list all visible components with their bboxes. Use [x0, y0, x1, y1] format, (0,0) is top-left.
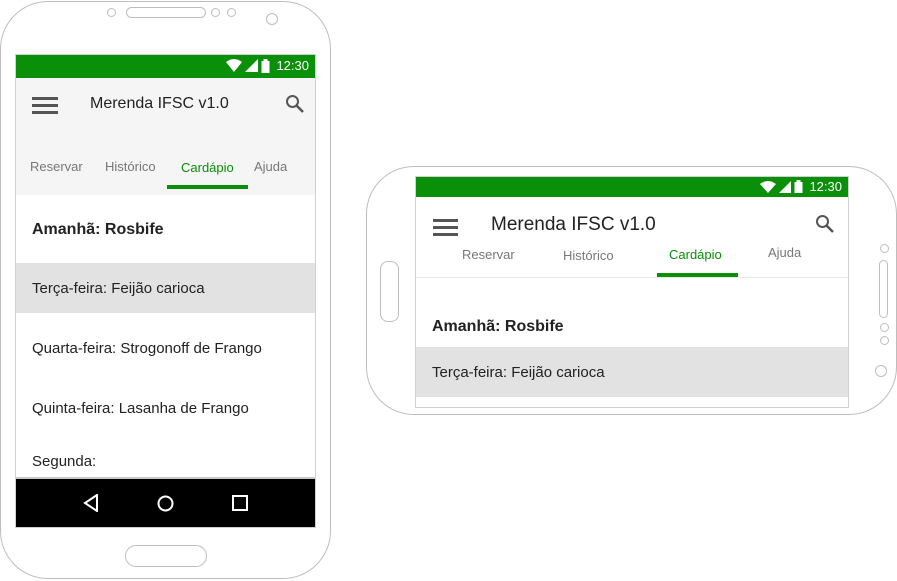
list-item-thursday[interactable]: Quinta-feira: Lasanha de Frango: [16, 383, 315, 433]
landscape-side-button[interactable]: [380, 261, 399, 322]
tab-ajuda[interactable]: Ajuda: [768, 245, 801, 260]
app-title: Merenda IFSC v1.0: [90, 95, 229, 112]
front-camera-lens: [266, 13, 278, 25]
active-tab-indicator: [657, 273, 738, 277]
recents-square-icon[interactable]: [232, 495, 248, 511]
back-triangle-icon[interactable]: [83, 494, 99, 512]
tab-cardapio[interactable]: Cardápio: [181, 160, 234, 175]
tab-reservar[interactable]: Reservar: [30, 159, 83, 174]
wifi-icon: [226, 59, 243, 72]
hardware-home-button[interactable]: [125, 545, 207, 567]
list-item-tuesday[interactable]: Terça-feira: Feijão carioca: [416, 347, 848, 397]
list-item-wednesday[interactable]: Quarta-feira: Strogonoff de Frango: [16, 323, 315, 373]
tab-cardapio[interactable]: Cardápio: [669, 247, 722, 262]
tab-ajuda[interactable]: Ajuda: [254, 159, 287, 174]
battery-icon: [794, 180, 803, 193]
list-item-tuesday[interactable]: Terça-feira: Feijão carioca: [16, 263, 315, 313]
landscape-screen: 12:30 Merenda IFSC v1.0 Reservar Históri…: [415, 176, 849, 408]
front-sensor: [211, 8, 220, 17]
list-item-tomorrow[interactable]: Amanhã: Rosbife: [16, 197, 315, 263]
status-bar: 12:30: [416, 177, 848, 197]
app-title: Merenda IFSC v1.0: [491, 214, 656, 235]
status-bar: 12:30: [16, 55, 315, 78]
front-sensor: [107, 8, 116, 17]
list-item-monday[interactable]: Segunda:: [16, 453, 315, 477]
landscape-earpiece: [879, 260, 888, 318]
menu-list: Amanhã: Rosbife Terça-feira: Feijão cari…: [416, 279, 848, 407]
front-camera: [227, 8, 236, 17]
search-icon[interactable]: [815, 214, 835, 234]
earpiece-slot: [126, 7, 206, 18]
hamburger-menu-icon[interactable]: [433, 218, 458, 236]
signal-icon: [245, 59, 259, 72]
landscape-camera-lens: [875, 365, 887, 377]
signal-icon: [779, 180, 792, 193]
tab-historico[interactable]: Histórico: [105, 159, 156, 174]
active-tab-indicator: [167, 185, 248, 189]
wifi-icon: [760, 180, 777, 193]
home-circle-icon[interactable]: [157, 495, 174, 512]
landscape-sensor: [880, 323, 889, 332]
android-nav-bar: [16, 479, 315, 527]
app-bar: Merenda IFSC v1.0 Reservar Histórico Car…: [16, 78, 315, 195]
status-icons: 12:30: [226, 58, 309, 73]
menu-list: Amanhã: Rosbife Terça-feira: Feijão cari…: [16, 197, 315, 479]
status-icons: 12:30: [760, 179, 842, 194]
status-time: 12:30: [276, 58, 309, 73]
portrait-screen: 12:30 Merenda IFSC v1.0 Reservar Históri…: [15, 54, 316, 528]
app-bar: Merenda IFSC v1.0 Reservar Histórico Car…: [416, 197, 848, 278]
battery-icon: [261, 58, 270, 73]
landscape-camera: [880, 336, 889, 345]
tab-historico[interactable]: Histórico: [563, 248, 614, 263]
hamburger-menu-icon[interactable]: [32, 96, 58, 114]
status-time: 12:30: [809, 179, 842, 194]
tab-reservar[interactable]: Reservar: [462, 247, 515, 262]
landscape-sensor: [880, 244, 889, 253]
search-icon[interactable]: [285, 94, 305, 114]
